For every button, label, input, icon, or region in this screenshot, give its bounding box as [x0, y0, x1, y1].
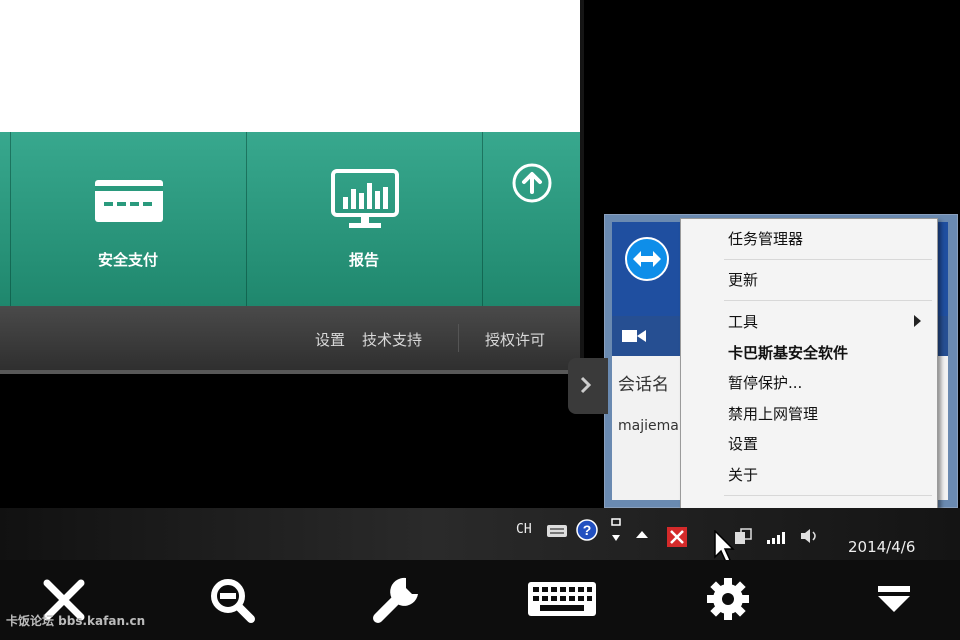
session-name-label: 会话名 — [618, 375, 669, 395]
monitor-chart-icon — [331, 169, 399, 228]
video-icon[interactable] — [622, 328, 646, 344]
volume-tray-icon[interactable] — [800, 528, 822, 544]
support-link[interactable]: 技术支持 — [362, 329, 422, 350]
menu-item-task-manager[interactable]: 任务管理器 — [728, 228, 803, 249]
menu-separator — [724, 259, 932, 260]
language-indicator[interactable]: CH — [516, 522, 532, 537]
footer-divider — [458, 324, 459, 352]
keyboard-tray-icon[interactable] — [546, 522, 568, 538]
menu-item-disable-web-control[interactable]: 禁用上网管理 — [728, 403, 818, 424]
zoom-out-icon[interactable] — [208, 576, 256, 624]
watermark: 卡饭论坛 bbs.kafan.cn — [6, 614, 146, 628]
show-hidden-icons-icon[interactable] — [636, 530, 648, 540]
teamviewer-logo-icon — [625, 237, 669, 281]
context-menu — [680, 218, 938, 534]
wrench-icon[interactable] — [372, 574, 424, 626]
teamviewer-collapse-tab[interactable] — [568, 358, 608, 414]
display-tray-icon[interactable] — [608, 517, 624, 545]
tile-more[interactable] — [483, 132, 580, 306]
menu-separator — [724, 495, 932, 496]
license-link[interactable]: 授权许可 — [485, 329, 545, 350]
signal-tray-icon[interactable] — [766, 530, 788, 544]
tile-label-reports: 报告 — [348, 251, 379, 269]
taskbar-date[interactable]: 2014/4/6 — [848, 538, 915, 556]
menu-separator — [724, 300, 932, 301]
menu-item-kaspersky[interactable]: 卡巴斯基安全软件 — [728, 342, 848, 363]
tile-safe-money[interactable]: 安全支付 — [11, 132, 246, 306]
tile-label-safe-money: 安全支付 — [97, 251, 158, 269]
menu-item-about[interactable]: 关于 — [728, 464, 758, 485]
up-arrow-circle-icon — [512, 163, 552, 203]
credit-card-icon — [95, 180, 163, 222]
menu-item-tools[interactable]: 工具 — [728, 311, 758, 332]
submenu-arrow-icon — [914, 315, 921, 327]
network-tray-icon[interactable] — [734, 528, 752, 546]
mouse-cursor-icon — [714, 530, 735, 564]
menu-item-pause-protection[interactable]: 暂停保护... — [728, 372, 802, 393]
tile-reports[interactable]: 报告 — [247, 132, 482, 306]
menu-item-update[interactable]: 更新 — [728, 269, 758, 290]
kaspersky-content-area — [0, 0, 580, 132]
teamviewer-user: majiema — [618, 418, 679, 434]
gear-icon[interactable] — [706, 577, 750, 621]
keyboard-icon[interactable] — [528, 582, 596, 616]
chevron-right-icon — [580, 376, 592, 394]
svg-text:?: ? — [583, 522, 592, 538]
kaspersky-tray-icon[interactable] — [666, 526, 688, 548]
help-icon[interactable]: ? — [576, 519, 598, 541]
settings-link[interactable]: 设置 — [315, 329, 345, 350]
dropdown-icon[interactable] — [876, 584, 912, 614]
menu-item-settings[interactable]: 设置 — [728, 433, 758, 454]
